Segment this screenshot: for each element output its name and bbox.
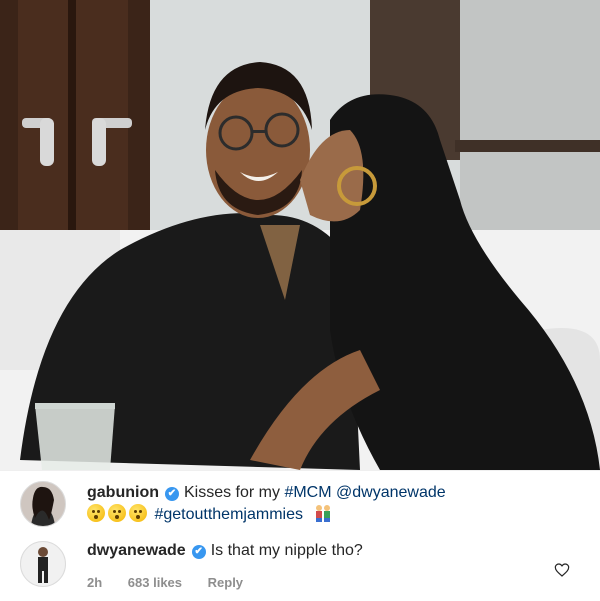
- mention-link[interactable]: @dwyanewade: [336, 484, 446, 501]
- comment-line-2: #getoutthemjammies: [87, 504, 333, 526]
- avatar-gabunion-icon: [21, 482, 65, 526]
- hashtag-link[interactable]: #MCM: [284, 484, 331, 501]
- comment-username[interactable]: dwyanewade: [87, 542, 186, 559]
- comment-dwyanewade: dwyanewade ✔ Is that my nipple tho? 2h 683…: [0, 532, 600, 601]
- hashtag-link[interactable]: #getoutthemjammies: [154, 506, 303, 523]
- comment-time: 2h: [87, 575, 103, 590]
- photo-illustration: [0, 0, 600, 470]
- comment-text: Kisses for my: [183, 484, 280, 501]
- verified-badge-icon: ✔: [164, 487, 179, 501]
- astonished-face-emoji: [87, 504, 105, 522]
- avatar[interactable]: [20, 541, 66, 587]
- post-photo: [0, 0, 600, 470]
- comment-text: Is that my nipple tho?: [210, 542, 363, 559]
- comments-section: gabunion ✔ Kisses for my #MCM @dwyanewade …: [0, 470, 600, 601]
- astonished-face-emoji: [108, 504, 126, 522]
- comment-meta: 2h 683 likes Reply: [87, 575, 265, 590]
- astonished-face-emoji: [129, 504, 147, 522]
- comment-username[interactable]: gabunion: [87, 484, 159, 501]
- reply-button[interactable]: Reply: [208, 575, 243, 590]
- heart-icon[interactable]: [554, 562, 570, 578]
- comment-line: dwyanewade ✔ Is that my nipple tho?: [87, 540, 363, 562]
- comment-likes[interactable]: 683 likes: [128, 575, 182, 590]
- verified-badge-icon: ✔: [191, 545, 206, 559]
- avatar[interactable]: [20, 481, 66, 527]
- comment-line: gabunion ✔ Kisses for my #MCM @dwyanewade: [87, 482, 446, 504]
- comment-gabunion: gabunion ✔ Kisses for my #MCM @dwyanewade …: [0, 470, 600, 532]
- avatar-dwyanewade-icon: [21, 542, 65, 586]
- couple-emoji: [316, 505, 331, 522]
